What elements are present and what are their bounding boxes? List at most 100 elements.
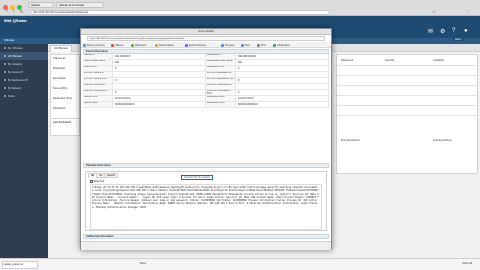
obfuscation-icon	[273, 43, 276, 47]
divider	[337, 115, 477, 116]
column-header: Credibility	[433, 59, 445, 62]
sidebar-item-label: My Offenses	[8, 46, 23, 50]
field-label: Source IP(s)	[53, 87, 68, 90]
sidebar-item-my-offenses[interactable]: My Offenses	[0, 44, 48, 52]
sidebar-item-by-network[interactable]: By Network	[0, 84, 48, 92]
wrap-text-checkbox[interactable]	[90, 180, 93, 183]
extract-property-button[interactable]: Extract Property	[185, 43, 206, 47]
sidebar-item-label: By Category	[8, 62, 23, 66]
payload-panel: utf hex base64 Wrap Text <13>Sep 20 11:3…	[85, 171, 327, 231]
app-logo: IBM QRadar	[4, 18, 27, 23]
field-label: Destination IP(s)	[53, 97, 73, 100]
bullet-icon	[4, 71, 6, 73]
false-positive-button[interactable]: False Positive	[155, 43, 174, 47]
sidebar-item-label: By Network	[8, 86, 22, 90]
payload-text[interactable]: <13>Sep 20 11:37:31 192.168.150.5 AgentD…	[90, 184, 322, 230]
field-value: N/A	[236, 60, 329, 65]
button-label: Previous	[225, 43, 235, 47]
status-text: Done	[140, 262, 147, 265]
dialog-footer	[81, 241, 331, 250]
download-item[interactable]: qradar_export.csv	[2, 261, 38, 269]
field-label: Destination MAC	[206, 102, 236, 107]
event-detail-grid: Source IP 192.168.150.5 Destination IP 192…	[83, 54, 329, 108]
column-header: First Event/Flow	[341, 139, 360, 142]
sidebar-item-by-category[interactable]: By Category	[0, 60, 48, 68]
field-value: 00:00:00:00:00:00	[236, 102, 329, 107]
star-icon[interactable]: ☆	[432, 9, 436, 14]
offense-icon	[111, 43, 114, 47]
next-icon	[241, 43, 244, 47]
tab-base64[interactable]: base64	[104, 173, 118, 178]
field-value	[113, 72, 206, 77]
button-label: Return to Events	[87, 43, 105, 47]
field-label: Post NAT Source Port	[83, 90, 113, 95]
additional-information-header: Additional Information	[83, 234, 329, 239]
bullet-icon	[4, 47, 6, 49]
browser-tab[interactable]: QRadar	[28, 2, 54, 8]
back-icon[interactable]: ‹	[6, 8, 8, 14]
field-label: Destination IPv6	[206, 96, 236, 101]
sidebar-item-by-destination-ip[interactable]: By Destination IP	[0, 76, 48, 84]
payload-tooltip: Payload UTF-8 encoded	[181, 175, 213, 180]
payload-information-header: Payload Information	[83, 163, 329, 168]
field-label: Source IPv6	[83, 96, 113, 101]
column-header: Relevance	[341, 59, 354, 62]
button-label: Offense	[115, 43, 124, 47]
field-label: Pre NAT Destination Port	[206, 78, 236, 83]
field-label: Source Asset Name	[83, 60, 113, 65]
sidebar-item-label: All Offenses	[8, 54, 22, 58]
wrap-text-option[interactable]: Wrap Text	[90, 180, 104, 183]
user-icon[interactable]: ●	[464, 28, 468, 34]
map-event-button[interactable]: Map Event	[131, 43, 146, 47]
forward-icon[interactable]: ›	[13, 8, 15, 14]
offense-button[interactable]: Offense	[111, 43, 123, 47]
obfuscation-button[interactable]: Obfuscation	[273, 43, 290, 47]
button-label: Obfuscation	[277, 43, 290, 47]
print-icon	[257, 43, 260, 47]
field-label: Source IP	[83, 54, 113, 59]
table-row: Source MAC 00:00:00:00:00:00 Destination …	[83, 102, 329, 108]
field-value: 0	[113, 90, 206, 95]
column-header: Severity	[385, 59, 395, 62]
field-value: 192.168.150.5	[113, 54, 206, 59]
gear-icon[interactable]: ⚙	[440, 28, 445, 35]
sidebar-item-by-source-ip[interactable]: By Source IP	[0, 68, 48, 76]
map-icon	[131, 43, 134, 47]
field-label: Destination Asset Name	[206, 60, 236, 65]
sidebar-item-rules[interactable]: Rules	[0, 92, 48, 100]
help-icon[interactable]: ?	[452, 28, 455, 34]
sidebar-item-all-offenses[interactable]: All Offenses	[0, 52, 48, 60]
button-label: Extract Property	[189, 43, 207, 47]
field-label: Source MAC	[83, 102, 113, 107]
show-all-downloads-link[interactable]: Show All	[462, 262, 472, 265]
field-value: 0:0:0:0:0:0:0:0	[113, 96, 206, 101]
browser-status-bar: qradar_export.csv Done Show All	[0, 258, 480, 270]
browser-tab-active[interactable]: QRadar Event Details	[56, 2, 104, 8]
false-positive-icon	[155, 43, 158, 47]
button-label: False Positive	[159, 43, 174, 47]
column-header: Last Event/Flow	[433, 139, 452, 142]
bullet-icon	[4, 63, 6, 65]
notifications-icon[interactable]: ✉	[428, 28, 433, 35]
dialog-title: Event Details	[81, 29, 331, 35]
address-bar[interactable]: https://192.168.150.x/console/qradar/jsp…	[30, 10, 330, 15]
field-value: 0	[236, 78, 329, 83]
field-label: Destination Port	[206, 66, 236, 71]
last-events-panel: Last 10 Events	[50, 118, 80, 136]
previous-button[interactable]: Previous	[221, 43, 234, 47]
divider	[337, 85, 477, 86]
browser-chrome: QRadar QRadar Event Details ‹ › ↻ https:…	[0, 0, 480, 16]
dialog-address-bar[interactable]: https://192.168.150.x/console/do/ariel/a…	[87, 36, 325, 41]
divider	[337, 95, 477, 96]
reload-icon[interactable]: ↻	[20, 9, 23, 14]
field-label: Network(s)	[53, 107, 66, 110]
print-button[interactable]: Print	[257, 43, 266, 47]
extract-icon	[185, 43, 188, 47]
tab-all-offenses[interactable]: All Offenses	[50, 45, 72, 52]
sidebar-item-label: By Source IP	[8, 70, 24, 74]
next-button[interactable]: Next	[241, 43, 250, 47]
return-to-events-button[interactable]: Return to Events	[83, 43, 105, 47]
bullet-icon	[4, 55, 6, 57]
menu-icon[interactable]: ⋮	[466, 9, 470, 14]
divider	[337, 105, 477, 106]
